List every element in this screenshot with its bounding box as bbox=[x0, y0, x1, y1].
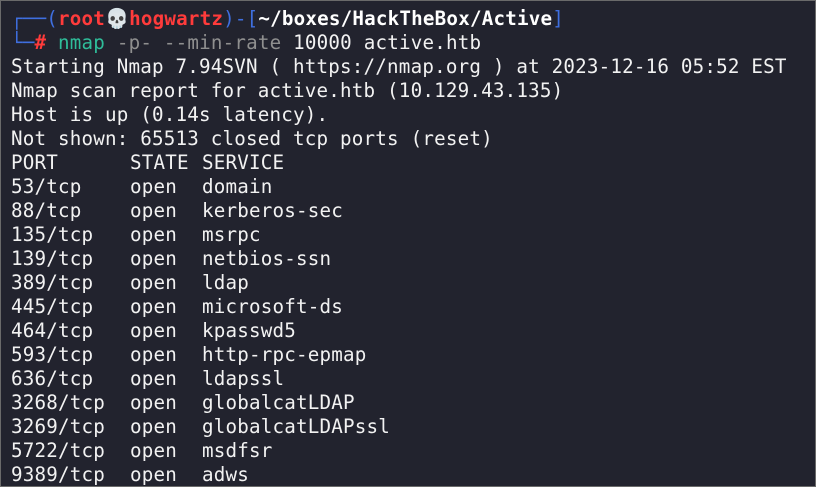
service-cell: kerberos-sec bbox=[202, 199, 344, 222]
port-cell: 445/tcp bbox=[11, 295, 94, 318]
port-cell: 3269/tcp bbox=[11, 415, 106, 438]
service-cell: msdfsr bbox=[202, 439, 273, 462]
port-row: 139/tcp open netbios-ssn bbox=[11, 247, 787, 271]
service-cell: adws bbox=[202, 463, 250, 486]
state-cell: open bbox=[130, 223, 178, 246]
command-binary: nmap bbox=[58, 31, 106, 54]
port-row: 464/tcp open kpasswd5 bbox=[11, 319, 787, 343]
state-cell: open bbox=[130, 391, 178, 414]
command-arg-rate: 10000 bbox=[293, 31, 352, 54]
port-cell: 5722/tcp bbox=[11, 439, 106, 462]
header-state: STATE bbox=[130, 151, 189, 174]
output-host-up-line: Host is up (0.14s latency). bbox=[11, 103, 329, 126]
state-cell: open bbox=[130, 439, 178, 462]
port-row: 3269/tcp open globalcatLDAPssl bbox=[11, 415, 787, 439]
prompt-line-1: ┌──(root💀hogwartz)-[~/boxes/HackTheBox/A… bbox=[11, 7, 787, 31]
prompt-host: hogwartz bbox=[129, 7, 224, 30]
port-row: 135/tcp open msrpc bbox=[11, 223, 787, 247]
prompt-frame-mid: )-[ bbox=[223, 7, 259, 30]
port-cell: 88/tcp bbox=[11, 199, 82, 222]
port-table: PORT STATE SERVICE 53/tcp open domain 88/tcp… bbox=[11, 151, 787, 486]
state-cell: open bbox=[130, 415, 178, 438]
port-cell: 464/tcp bbox=[11, 319, 94, 342]
port-cell: 593/tcp bbox=[11, 343, 94, 366]
port-cell: 636/tcp bbox=[11, 367, 94, 390]
state-cell: open bbox=[130, 175, 178, 198]
state-cell: open bbox=[130, 271, 178, 294]
service-cell: microsoft-ds bbox=[202, 295, 344, 318]
state-cell: open bbox=[130, 367, 178, 390]
port-row: 88/tcp open kerberos-sec bbox=[11, 199, 787, 223]
service-cell: ldap bbox=[202, 271, 250, 294]
service-cell: ldapssl bbox=[202, 367, 285, 390]
service-cell: msrpc bbox=[202, 223, 261, 246]
output-not-shown-line: Not shown: 65513 closed tcp ports (reset… bbox=[11, 127, 493, 150]
output-report-line: Nmap scan report for active.htb (10.129.… bbox=[11, 79, 564, 102]
output-start-line: Starting Nmap 7.94SVN ( https://nmap.org… bbox=[11, 55, 787, 78]
prompt-path: ~/boxes/HackTheBox/Active bbox=[258, 7, 553, 30]
state-cell: open bbox=[130, 343, 178, 366]
port-row: 593/tcp open http-rpc-epmap bbox=[11, 343, 787, 367]
port-cell: 389/tcp bbox=[11, 271, 94, 294]
port-row: 9389/tcp open adws bbox=[11, 463, 787, 486]
port-row: 53/tcp open domain bbox=[11, 175, 787, 199]
prompt-frame-corner: └─ bbox=[11, 31, 35, 54]
state-cell: open bbox=[130, 295, 178, 318]
state-cell: open bbox=[130, 463, 178, 486]
port-table-header: PORT STATE SERVICE bbox=[11, 151, 787, 175]
port-row: 3268/tcp open globalcatLDAP bbox=[11, 391, 787, 415]
prompt-line-2: └─# nmap -p- --min-rate 10000 active.htb bbox=[11, 31, 787, 55]
port-cell: 53/tcp bbox=[11, 175, 82, 198]
service-cell: domain bbox=[202, 175, 273, 198]
port-cell: 135/tcp bbox=[11, 223, 94, 246]
command-flag-min-rate: --min-rate bbox=[163, 31, 282, 54]
state-cell: open bbox=[130, 247, 178, 270]
port-row: 636/tcp open ldapssl bbox=[11, 367, 787, 391]
skull-icon: 💀 bbox=[105, 7, 130, 30]
command-flag-ports: -p- bbox=[116, 31, 153, 54]
header-service: SERVICE bbox=[202, 151, 285, 174]
port-row: 445/tcp open microsoft-ds bbox=[11, 295, 787, 319]
prompt-frame-end: ] bbox=[552, 7, 564, 30]
state-cell: open bbox=[130, 319, 178, 342]
service-cell: kpasswd5 bbox=[202, 319, 297, 342]
terminal-output: ┌──(root💀hogwartz)-[~/boxes/HackTheBox/A… bbox=[11, 7, 787, 486]
port-cell: 9389/tcp bbox=[11, 463, 106, 486]
service-cell: globalcatLDAP bbox=[202, 391, 355, 414]
service-cell: netbios-ssn bbox=[202, 247, 332, 270]
port-cell: 139/tcp bbox=[11, 247, 94, 270]
port-row: 5722/tcp open msdfsr bbox=[11, 439, 787, 463]
state-cell: open bbox=[130, 199, 178, 222]
command-arg-target: active.htb bbox=[363, 31, 482, 54]
port-cell: 3268/tcp bbox=[11, 391, 106, 414]
prompt-hash: # bbox=[34, 31, 47, 54]
service-cell: globalcatLDAPssl bbox=[202, 415, 391, 438]
prompt-user: root bbox=[58, 7, 106, 30]
service-cell: http-rpc-epmap bbox=[202, 343, 367, 366]
header-port: PORT bbox=[11, 151, 59, 174]
terminal-window[interactable]: ┌──(root💀hogwartz)-[~/boxes/HackTheBox/A… bbox=[0, 0, 816, 487]
port-row: 389/tcp open ldap bbox=[11, 271, 787, 295]
prompt-frame-start: ┌──( bbox=[11, 7, 59, 30]
